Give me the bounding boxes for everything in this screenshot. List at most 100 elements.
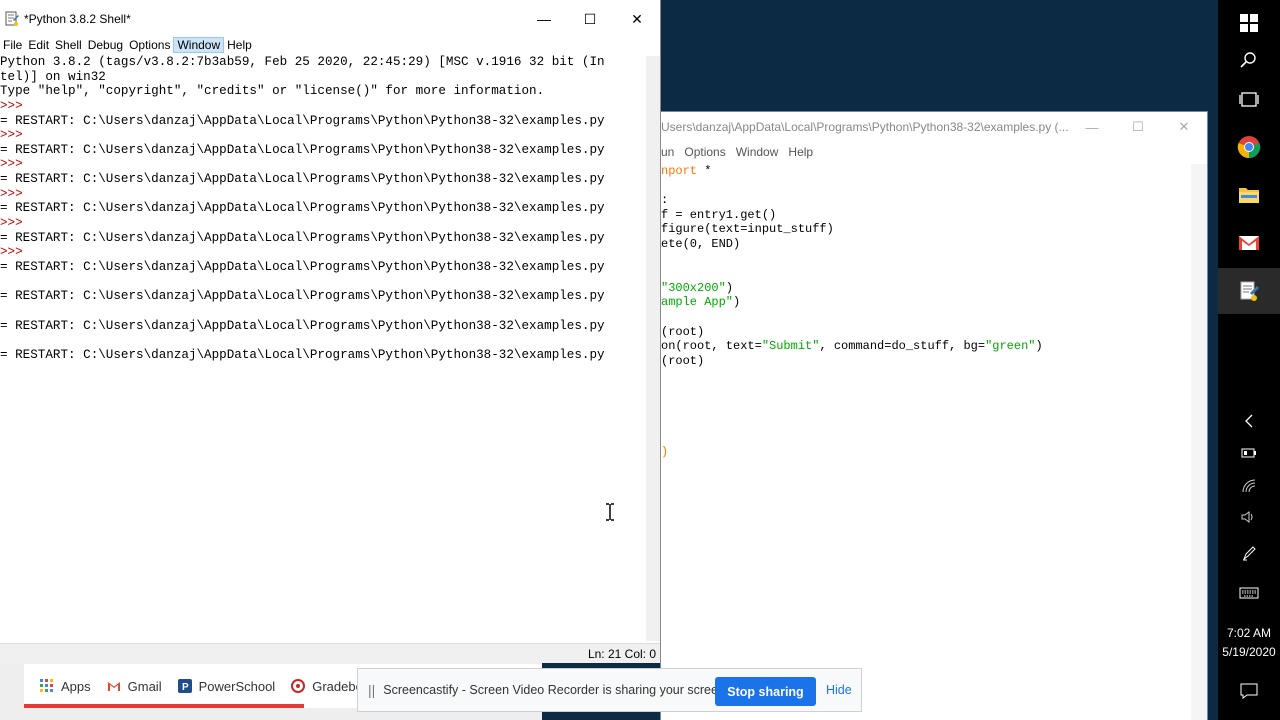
editor-menu-window[interactable]: Window	[736, 145, 779, 159]
shell-prompt-line: >>>	[0, 186, 23, 201]
code-line: (root)	[661, 354, 1191, 369]
editor-scrollbar[interactable]	[1191, 164, 1207, 720]
shell-output-line: = RESTART: C:\Users\danzaj\AppData\Local…	[0, 172, 605, 187]
editor-window[interactable]: Users\danzaj\AppData\Local\Programs\Pyth…	[660, 111, 1208, 720]
code-token: )	[733, 295, 741, 310]
shell-output[interactable]: Python 3.8.2 (tags/v3.8.2:7b3ab59, Feb 2…	[0, 55, 645, 362]
gradebook-icon	[291, 679, 306, 693]
shell-menu-bar: File Edit Shell Debug Options Window Help	[0, 37, 660, 53]
editor-code-fragment: )	[661, 445, 669, 459]
shell-prompt-line: >>>	[0, 98, 23, 113]
windows-logo-icon	[1240, 14, 1258, 32]
bookmark-gradebook[interactable]: Gradebo	[291, 679, 363, 694]
bookmark-gmail[interactable]: Gmail	[107, 679, 162, 694]
keyboard-icon	[1239, 587, 1259, 599]
screencastify-banner: || Screencastify - Screen Video Recorder…	[357, 668, 862, 712]
task-view-button[interactable]	[1218, 77, 1280, 123]
powerschool-icon: P	[177, 679, 192, 693]
stop-sharing-button[interactable]: Stop sharing	[715, 677, 816, 706]
bookmark-apps[interactable]: Apps	[40, 679, 91, 694]
shell-output-line: = RESTART: C:\Users\danzaj\AppData\Local…	[0, 142, 605, 157]
shell-status-bar: Ln: 21 Col: 0	[0, 643, 660, 663]
editor-menu-help[interactable]: Help	[788, 145, 813, 159]
hide-button[interactable]: Hide	[826, 683, 852, 697]
task-view-icon	[1239, 92, 1259, 107]
editor-menu-bar: un Options Window Help	[661, 141, 1207, 163]
shell-menu-edit[interactable]: Edit	[25, 37, 52, 53]
idle-taskbar-button[interactable]	[1218, 268, 1280, 314]
text-cursor-icon	[606, 503, 614, 521]
shell-output-line: Type "help", "copyright", "credits" or "…	[0, 84, 545, 99]
shell-prompt-line: >>>	[0, 157, 23, 172]
shell-output-line	[0, 333, 645, 348]
code-token: (root)	[661, 324, 705, 339]
code-line: :	[661, 193, 1191, 208]
action-center-button[interactable]	[1218, 668, 1280, 714]
code-line: ample App")	[661, 295, 1191, 310]
code-token: ete(0, END)	[661, 236, 741, 251]
code-token: , command=do_stuff, bg=	[819, 339, 986, 354]
code-line: figure(text=input_stuff)	[661, 222, 1191, 237]
shell-minimize-button[interactable]: —	[521, 8, 567, 30]
code-line: on(root, text="Submit", command=do_stuff…	[661, 339, 1191, 354]
code-token: f = entry1.get()	[661, 207, 777, 222]
clock-date: 5/19/2020	[1222, 645, 1276, 659]
editor-close-button[interactable]: ✕	[1161, 116, 1207, 138]
code-line: f = entry1.get()	[661, 208, 1191, 223]
shell-output-line: = RESTART: C:\Users\danzaj\AppData\Local…	[0, 259, 605, 274]
shell-output-line: Python 3.8.2 (tags/v3.8.2:7b3ab59, Feb 2…	[0, 55, 605, 69]
speaker-icon	[1241, 511, 1253, 523]
shell-output-line: = RESTART: C:\Users\danzaj\AppData\Local…	[0, 230, 605, 245]
bookmark-label: Apps	[61, 678, 91, 694]
file-explorer-taskbar-button[interactable]	[1218, 172, 1280, 218]
shell-output-line: = RESTART: C:\Users\danzaj\AppData\Local…	[0, 347, 605, 362]
taskbar-clock[interactable]: 7:02 AM 5/19/2020	[1218, 624, 1280, 662]
shell-menu-options[interactable]: Options	[126, 37, 173, 53]
shell-menu-shell[interactable]: Shell	[52, 37, 85, 53]
bookmark-label: Gradebo	[312, 678, 363, 694]
code-token: :	[661, 193, 669, 208]
shell-prompt-line: >>>	[0, 128, 23, 143]
svg-text:P: P	[182, 682, 189, 693]
shell-menu-debug[interactable]: Debug	[85, 37, 126, 53]
touch-keyboard-button[interactable]	[1218, 570, 1280, 616]
editor-maximize-button[interactable]: ☐	[1115, 116, 1161, 138]
shell-output-line: = RESTART: C:\Users\danzaj\AppData\Local…	[0, 318, 605, 333]
editor-menu-options[interactable]: Options	[684, 145, 725, 159]
pause-icon: ||	[368, 682, 376, 698]
shell-prompt-line: >>>	[0, 216, 23, 231]
editor-code-area[interactable]: nport *: f = entry1.get() figure(text=inpu…	[661, 164, 1191, 368]
shell-output-line: = RESTART: C:\Users\danzaj\AppData\Local…	[0, 201, 605, 216]
code-token: ample App"	[661, 295, 734, 310]
editor-menu-run[interactable]: un	[661, 145, 674, 159]
gmail-icon	[1239, 236, 1259, 250]
pen-icon	[1242, 546, 1256, 561]
code-line: ete(0, END)	[661, 237, 1191, 252]
editor-title: Users\danzaj\AppData\Local\Programs\Pyth…	[661, 119, 1069, 134]
wifi-icon	[1242, 479, 1256, 493]
shell-window[interactable]: *Python 3.8.2 Shell* — ☐ ✕ File Edit Shell…	[0, 0, 661, 663]
shell-menu-help[interactable]: Help	[224, 37, 255, 53]
chrome-taskbar-button[interactable]	[1218, 124, 1280, 170]
code-token: *	[697, 164, 712, 178]
tab-progress-bar	[24, 704, 304, 708]
code-line: (root)	[661, 325, 1191, 340]
shell-maximize-button[interactable]: ☐	[567, 8, 613, 30]
bookmark-label: PowerSchool	[198, 678, 276, 694]
notification-icon	[1240, 683, 1258, 699]
sharing-message: Screencastify - Screen Video Recorder is…	[383, 683, 729, 697]
shell-scrollbar[interactable]	[646, 56, 660, 641]
shell-menu-window[interactable]: Window	[173, 37, 225, 53]
shell-menu-file[interactable]: File	[0, 37, 25, 53]
gmail-taskbar-button[interactable]	[1218, 220, 1280, 266]
code-line: "300x200")	[661, 281, 1191, 296]
bookmark-powerschool[interactable]: P PowerSchool	[177, 678, 276, 694]
shell-close-button[interactable]: ✕	[614, 8, 660, 30]
editor-minimize-button[interactable]: —	[1069, 116, 1115, 138]
shell-title: *Python 3.8.2 Shell*	[24, 11, 131, 26]
code-token: )	[725, 280, 734, 295]
